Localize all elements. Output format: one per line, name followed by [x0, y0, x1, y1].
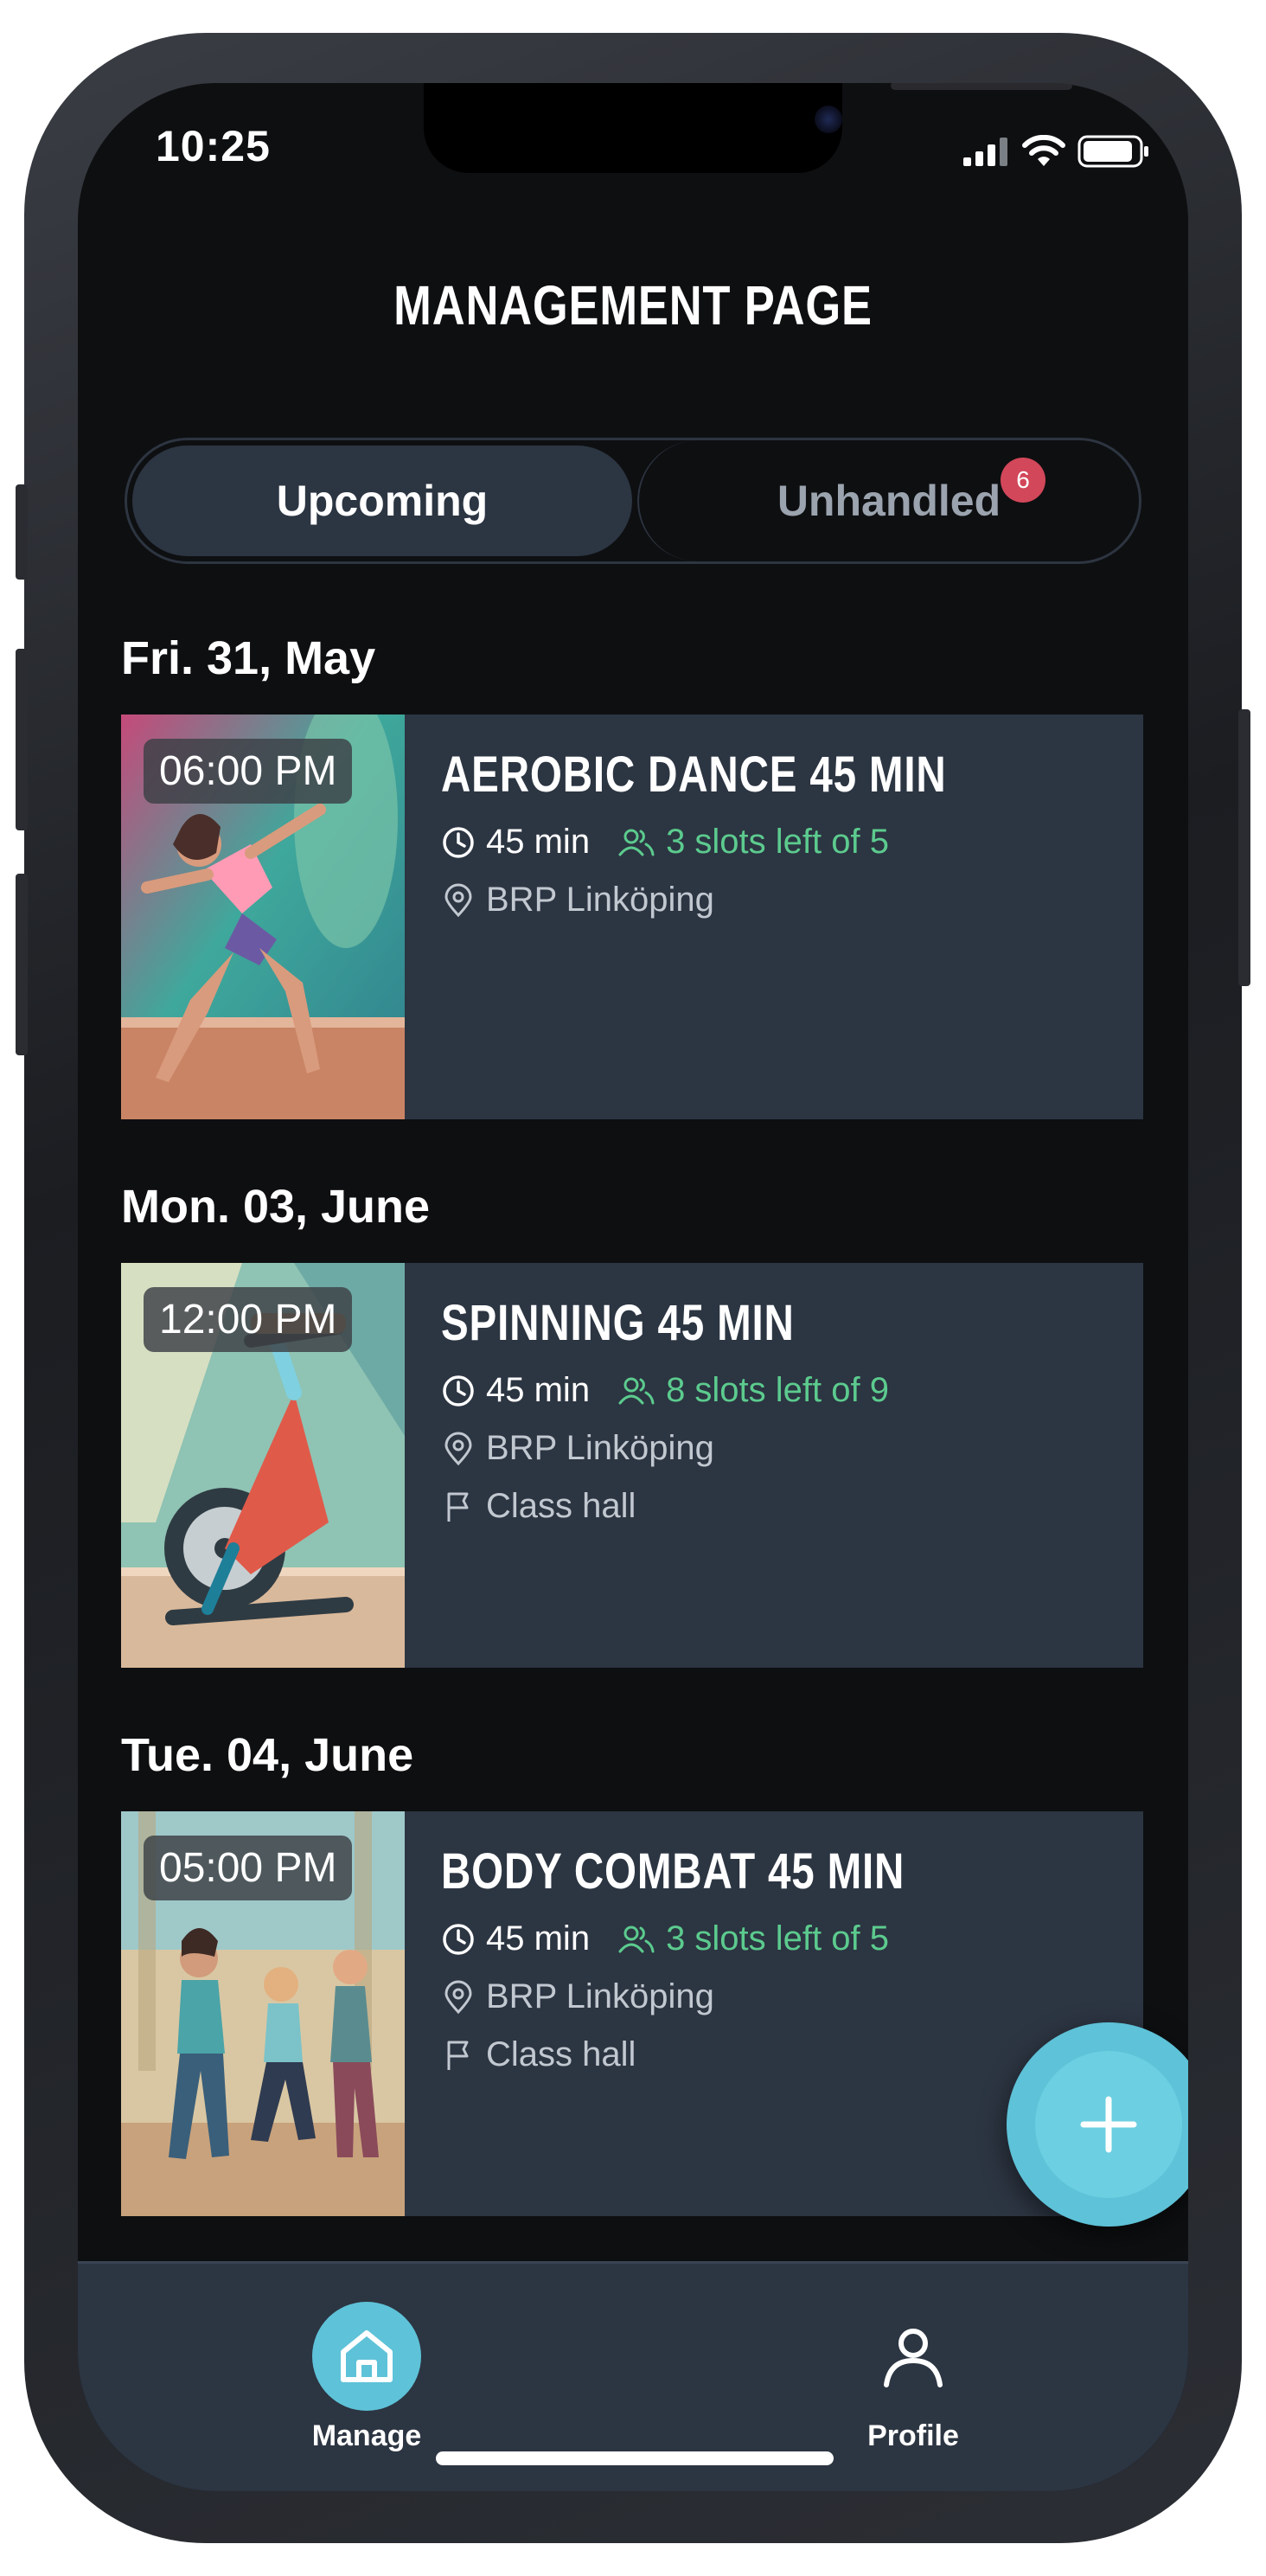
power-button: [1238, 709, 1250, 986]
session-duration: 45 min: [486, 823, 591, 861]
session-slots: 8 slots left of 9: [617, 1371, 889, 1410]
session-location: BRP Linköping: [486, 881, 714, 919]
notch: [424, 83, 1072, 173]
session-slots-label: 3 slots left of 5: [666, 823, 889, 861]
flag-icon: [447, 2041, 469, 2070]
home-indicator[interactable]: [436, 2451, 834, 2465]
session-time-chip: 12:00 PM: [144, 1287, 353, 1352]
status-icons: [963, 135, 1150, 168]
status-time: 10:25: [156, 122, 271, 170]
session-details: AEROBIC DANCE 45 MIN 45 min 3 slots left…: [405, 714, 1058, 1119]
nav-profile-icon-wrap: [859, 2302, 968, 2411]
session-duration: 45 min: [486, 1371, 591, 1409]
session-room-row: Class hall: [441, 2035, 1007, 2074]
date-heading: Tue. 04, June: [121, 1729, 414, 1781]
session-details: SPINNING 45 MIN 45 min 8 slots left of 9…: [405, 1263, 889, 1668]
volume-down-button: [16, 874, 28, 1055]
unhandled-count-badge: 6: [1001, 458, 1045, 503]
date-heading: Mon. 03, June: [121, 1181, 431, 1233]
session-title: SPINNING 45 MIN: [441, 1295, 795, 1351]
users-icon: [618, 1377, 655, 1404]
date-heading: Fri. 31, May: [121, 632, 376, 684]
session-room-row: Class hall: [441, 1487, 889, 1526]
map-pin-icon: [444, 1432, 472, 1465]
nav-profile-label: Profile: [867, 2419, 959, 2452]
page-title: MANAGEMENT PAGE: [393, 274, 873, 336]
session-meta-row: 45 min 3 slots left of 5: [441, 1919, 1007, 1958]
session-time-chip: 05:00 PM: [144, 1836, 353, 1900]
map-pin-icon: [444, 883, 472, 917]
tab-upcoming-label: Upcoming: [276, 477, 489, 525]
tab-upcoming[interactable]: Upcoming: [132, 445, 632, 556]
session-card[interactable]: 06:00 PM AEROBIC DANCE 45 MIN 45 min 3 s…: [121, 714, 1143, 1119]
session-title: AEROBIC DANCE 45 MIN: [441, 747, 947, 803]
session-slots-label: 8 slots left of 9: [666, 1371, 889, 1409]
clock-icon: [443, 1375, 474, 1407]
clock-icon: [443, 826, 474, 858]
wifi-icon: [1022, 135, 1065, 166]
home-icon: [341, 2330, 393, 2382]
nav-manage[interactable]: Manage: [254, 2302, 479, 2453]
session-image-aerobic-dance: 06:00 PM: [121, 714, 405, 1119]
battery-icon: [1077, 135, 1148, 168]
session-slots: 3 slots left of 5: [617, 823, 889, 862]
session-location: BRP Linköping: [486, 1429, 714, 1467]
clock-icon: [443, 1923, 474, 1955]
session-location-row: BRP Linköping: [441, 1977, 1007, 2016]
session-card[interactable]: 12:00 PM SPINNING 45 MIN 45 min 8 slots …: [121, 1263, 1143, 1668]
session-image-body-combat: 05:00 PM: [121, 1811, 405, 2216]
users-icon: [618, 829, 655, 855]
front-camera: [815, 106, 842, 133]
map-pin-icon: [444, 1980, 472, 2014]
session-slots-label: 3 slots left of 5: [666, 1919, 889, 1958]
tab-unhandled[interactable]: Unhandled 6: [637, 440, 1139, 561]
session-meta-row: 45 min 8 slots left of 9: [441, 1371, 889, 1410]
users-icon: [618, 1926, 655, 1952]
session-details: BODY COMBAT 45 MIN 45 min 3 slots left o…: [405, 1811, 1007, 2216]
segmented-control: Upcoming Unhandled 6: [125, 438, 1141, 564]
flag-icon: [447, 1492, 469, 1522]
session-card[interactable]: 05:00 PM BODY COMBAT 45 MIN 45 min 3 slo…: [121, 1811, 1143, 2216]
session-meta-row: 45 min 3 slots left of 5: [441, 823, 1058, 862]
session-room: Class hall: [486, 1487, 636, 1525]
session-room: Class hall: [486, 2035, 636, 2073]
volume-up-button: [16, 649, 28, 830]
nav-profile[interactable]: Profile: [801, 2302, 1026, 2453]
silent-switch: [16, 484, 28, 580]
session-location-row: BRP Linköping: [441, 1429, 889, 1468]
speaker-grille: [891, 83, 1072, 90]
session-slots: 3 slots left of 5: [617, 1919, 889, 1958]
tab-unhandled-label: Unhandled: [777, 477, 1001, 525]
session-image-spinning: 12:00 PM: [121, 1263, 405, 1668]
nav-manage-label: Manage: [311, 2419, 422, 2452]
session-time-chip: 06:00 PM: [144, 739, 353, 804]
nav-manage-icon-wrap: [312, 2302, 421, 2411]
session-location-row: BRP Linköping: [441, 881, 1058, 920]
session-location: BRP Linköping: [486, 1977, 714, 2015]
user-icon: [884, 2329, 943, 2387]
cellular-signal-icon: [963, 138, 1007, 166]
fab-inner: [1035, 2051, 1182, 2198]
app-screen: 10:25 MANAGEMENT PAGE Upcoming Unhandled…: [78, 83, 1188, 2491]
plus-icon: [1080, 2096, 1137, 2153]
session-title: BODY COMBAT 45 MIN: [441, 1843, 905, 1900]
session-duration: 45 min: [486, 1919, 591, 1958]
